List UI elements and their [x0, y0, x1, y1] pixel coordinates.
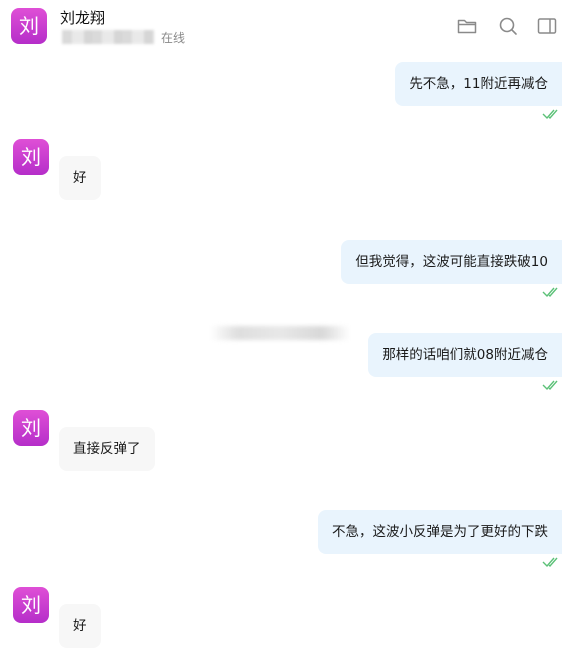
folder-icon[interactable] — [456, 15, 478, 37]
sidebar-toggle-icon[interactable] — [536, 15, 558, 37]
chat-header: 刘 刘龙翔 在线 — [0, 0, 562, 52]
redacted-divider — [210, 326, 350, 340]
read-check-icon — [542, 108, 562, 120]
sender-avatar[interactable]: 刘 — [13, 587, 49, 623]
search-icon[interactable] — [497, 15, 519, 37]
sender-avatar[interactable]: 刘 — [13, 410, 49, 446]
sender-avatar[interactable]: 刘 — [13, 139, 49, 175]
read-check-icon — [542, 379, 562, 391]
message-bubble-outgoing[interactable]: 那样的话咱们就08附近减仓 — [368, 333, 562, 377]
message-bubble-incoming[interactable]: 直接反弹了 — [59, 427, 155, 471]
message-bubble-outgoing[interactable]: 但我觉得，这波可能直接跌破10 — [341, 240, 562, 284]
message-bubble-outgoing[interactable]: 不急，这波小反弹是为了更好的下跌 — [318, 510, 562, 554]
presence-status: 在线 — [161, 31, 186, 45]
contact-name[interactable]: 刘龙翔 — [60, 7, 105, 28]
message-bubble-incoming[interactable]: 好 — [59, 156, 101, 200]
read-check-icon — [542, 286, 562, 298]
redacted-account-id — [62, 30, 154, 44]
message-bubble-outgoing[interactable]: 先不急，11附近再减仓 — [395, 62, 562, 106]
message-bubble-incoming[interactable]: 好 — [59, 604, 101, 648]
contact-avatar[interactable]: 刘 — [11, 8, 47, 44]
read-check-icon — [542, 556, 562, 568]
